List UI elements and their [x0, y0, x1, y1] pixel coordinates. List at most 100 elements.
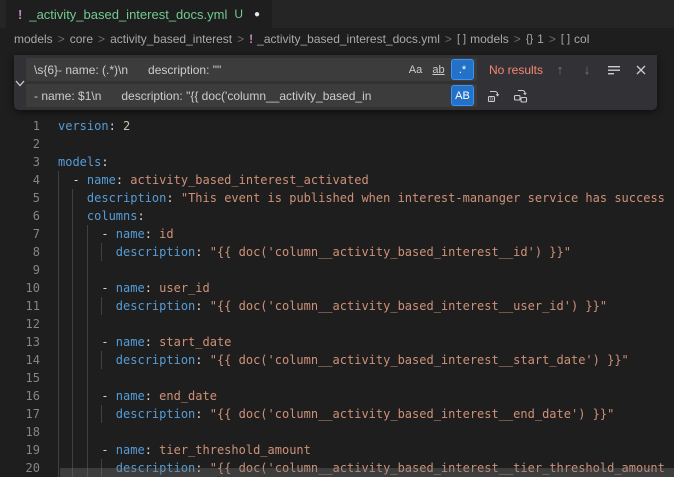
code-token: tier_threshold_amount: [159, 443, 311, 457]
code-token: name: [87, 173, 116, 187]
indent-guide: [72, 297, 73, 315]
code-line[interactable]: description: "{{ doc('column__activity_b…: [58, 351, 674, 369]
code-line[interactable]: - name: end_date: [58, 387, 674, 405]
indent-guide: [58, 423, 59, 441]
line-number: 6: [0, 207, 40, 225]
code-line[interactable]: version: 2: [58, 117, 674, 135]
code-token: start_date: [159, 335, 231, 349]
breadcrumb-item[interactable]: [ ]col: [561, 32, 590, 46]
code-token: models: [58, 155, 101, 169]
next-match-button[interactable]: ↓: [577, 60, 597, 80]
modified-dot-icon[interactable]: ●: [254, 9, 260, 20]
indent-guide: [101, 405, 102, 423]
indent-guide: [87, 225, 88, 243]
code-line[interactable]: [58, 369, 674, 387]
line-number: 3: [0, 153, 40, 171]
close-button[interactable]: [631, 60, 651, 80]
code-line[interactable]: description: "{{ doc('column__activity_b…: [58, 243, 674, 261]
object-symbol-icon: {}: [526, 33, 533, 45]
code-token: :: [195, 407, 209, 421]
svg-text:b: b: [490, 96, 493, 102]
find-input[interactable]: \s{6}- name: (.*)\n description: "" Aa a…: [26, 58, 477, 81]
code-token: name: [116, 335, 145, 349]
indent-guide: [58, 225, 59, 243]
tab-activity-docs[interactable]: ! _activity_based_interest_docs.yml U ●: [6, 0, 272, 28]
editor[interactable]: 1234567891011121314151617181920 version:…: [0, 50, 674, 477]
breadcrumb-item[interactable]: activity_based_interest: [110, 32, 232, 46]
breadcrumb-item[interactable]: {}1: [526, 32, 544, 46]
line-number: 16: [0, 387, 40, 405]
indent-guide: [58, 459, 59, 477]
indent-guide: [101, 351, 102, 369]
breadcrumb-item[interactable]: core: [70, 32, 93, 46]
indent-guide: [87, 369, 88, 387]
line-number: 19: [0, 441, 40, 459]
code-line[interactable]: - name: tier_threshold_amount: [58, 441, 674, 459]
toggle-replace-button[interactable]: [14, 55, 26, 110]
find-result-status: No results: [489, 63, 543, 77]
line-number: 4: [0, 171, 40, 189]
indent-guide: [87, 423, 88, 441]
code-line[interactable]: columns:: [58, 207, 674, 225]
replace-input[interactable]: - name: $1\n description: "{{ doc('colum…: [26, 84, 477, 107]
indent-guide: [87, 441, 88, 459]
code-token: 2: [123, 119, 130, 133]
replace-value-text: - name: $1\n description: "{{ doc('colum…: [34, 89, 449, 103]
line-number: 11: [0, 297, 40, 315]
indent-guide: [58, 279, 59, 297]
regex-button[interactable]: .*: [451, 59, 474, 80]
breadcrumb-label: core: [70, 32, 93, 46]
replace-icon: b: [486, 88, 502, 104]
array-symbol-icon: [ ]: [457, 33, 466, 45]
match-case-button[interactable]: Aa: [405, 60, 426, 79]
indent-guide: [87, 243, 88, 261]
breadcrumb-item[interactable]: models: [14, 32, 53, 46]
code-token: :: [145, 389, 159, 403]
line-number: 20: [0, 459, 40, 477]
code-line[interactable]: - name: user_id: [58, 279, 674, 297]
code-line[interactable]: description: "{{ doc('column__activity_b…: [58, 405, 674, 423]
preserve-case-button[interactable]: AB: [451, 85, 474, 106]
code-line[interactable]: [58, 315, 674, 333]
previous-match-button[interactable]: ↑: [550, 60, 570, 80]
yaml-file-icon: !: [18, 7, 22, 22]
indent-guide: [87, 261, 88, 279]
breadcrumb-item[interactable]: !_activity_based_interest_docs.yml: [249, 32, 440, 46]
indent-guide: [58, 405, 59, 423]
code-line[interactable]: - name: start_date: [58, 333, 674, 351]
code-line[interactable]: - name: id: [58, 225, 674, 243]
indent-guide: [72, 351, 73, 369]
code-line[interactable]: - name: activity_based_interest_activate…: [58, 171, 674, 189]
indent-guide: [72, 333, 73, 351]
close-icon: [635, 64, 647, 76]
find-in-selection-button[interactable]: [604, 60, 624, 80]
vscode-window: ! _activity_based_interest_docs.yml U ● …: [0, 0, 674, 477]
code-line[interactable]: [58, 261, 674, 279]
whole-word-button[interactable]: ab: [428, 60, 449, 79]
indent-guide: [58, 261, 59, 279]
code-token: name: [116, 281, 145, 295]
line-number: 13: [0, 333, 40, 351]
indent-guide: [101, 243, 102, 261]
indent-guide: [87, 279, 88, 297]
indent-guide: [58, 333, 59, 351]
code-line[interactable]: description: "{{ doc('column__activity_b…: [58, 297, 674, 315]
code-token: "{{ doc('column__activity_based_interest…: [210, 245, 571, 259]
breadcrumb-item[interactable]: [ ]models: [457, 32, 509, 46]
code-line[interactable]: description: "This event is published wh…: [58, 189, 674, 207]
indent-guide: [58, 351, 59, 369]
horizontal-scrollbar[interactable]: [60, 468, 674, 477]
code-token: :: [101, 155, 108, 169]
replace-button[interactable]: b: [484, 86, 504, 106]
selection-lines-icon: [607, 63, 621, 77]
indent-guide: [58, 387, 59, 405]
code-lines[interactable]: version: 2 models: - name: activity_based…: [58, 117, 674, 477]
code-line[interactable]: models:: [58, 153, 674, 171]
breadcrumb-label: activity_based_interest: [110, 32, 232, 46]
code-line[interactable]: [58, 135, 674, 153]
code-token: name: [116, 443, 145, 457]
indent-guide: [58, 315, 59, 333]
indent-guide: [87, 405, 88, 423]
replace-all-button[interactable]: [511, 86, 531, 106]
code-line[interactable]: [58, 423, 674, 441]
